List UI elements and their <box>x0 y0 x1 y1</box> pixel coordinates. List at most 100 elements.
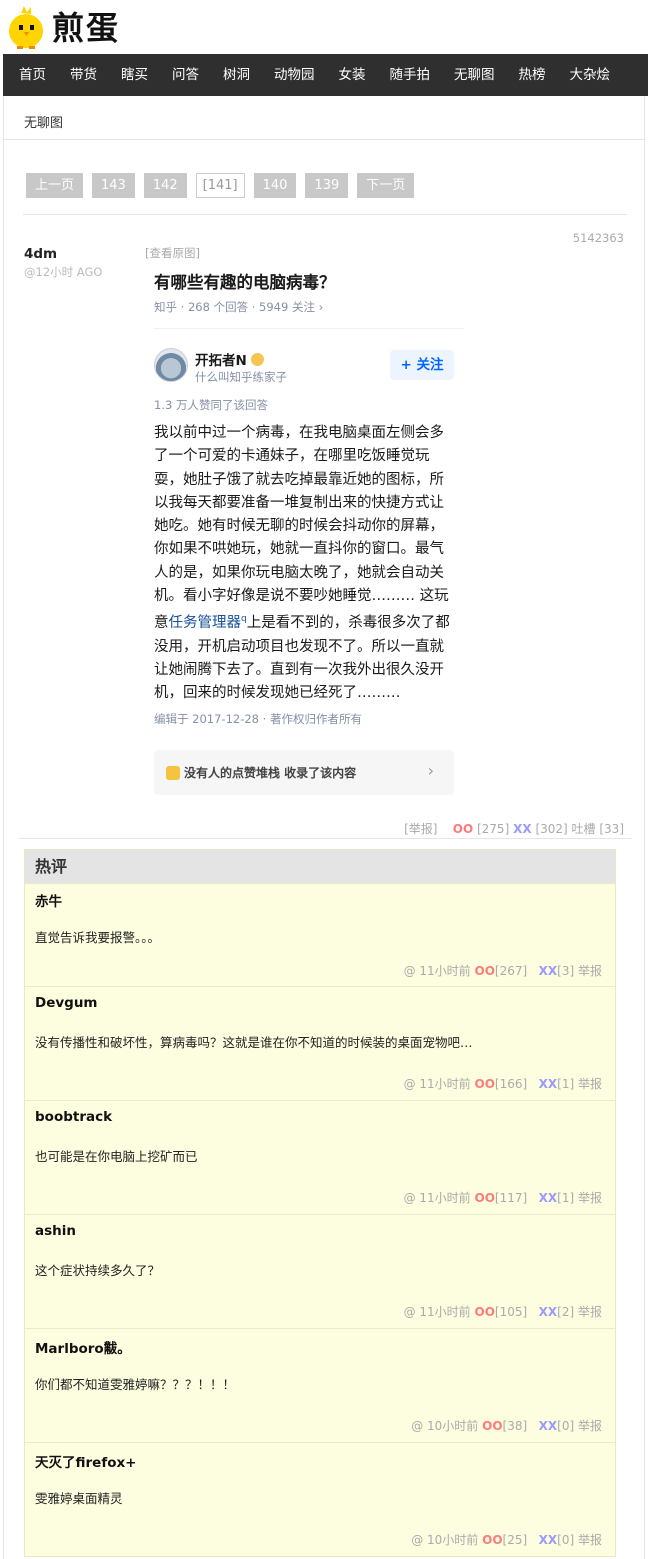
chick-icon[interactable] <box>4 4 48 50</box>
comment-text: 也可能是在你电脑上挖矿而已 <box>35 1149 198 1164</box>
post-time: @12小时 AGO <box>24 265 103 279</box>
oo-count: [275] <box>476 822 510 836</box>
comment-time[interactable]: @ 11小时前 <box>404 964 471 978</box>
image-answerer-bio: 什么叫知乎练家子 <box>195 370 287 384</box>
comment-item: ashin 这个症状持续多久了？ @ 11小时前 OO[105] XX[2] 举… <box>25 1214 615 1328</box>
view-original-link[interactable]: [查看原图] <box>145 245 200 261</box>
main-panel: 上一页 143 142 [141] 140 139 下一页 4dm @12小时 … <box>3 140 645 1559</box>
collection-icon <box>166 766 180 780</box>
image-collect-box: 没有人的点赞堆栈 收录了该内容 › <box>154 750 454 795</box>
page-link[interactable]: 139 <box>305 173 349 198</box>
xx-count: [1] <box>557 1191 575 1205</box>
report-link[interactable]: 举报 <box>578 1305 602 1319</box>
nav-item-xiamai[interactable]: 瞎买 <box>109 54 160 96</box>
comment-item: Devgum 没有传播性和破坏性，算病毒吗？这就是谁在你不知道的时候装的桌面宠物… <box>25 986 615 1100</box>
xx-vote-button[interactable]: XX <box>539 1191 558 1205</box>
divider <box>23 214 627 215</box>
nav-item-shudong[interactable]: 树洞 <box>211 54 262 96</box>
xx-count: [0] <box>557 1533 575 1547</box>
oo-count: [25] <box>502 1533 528 1547</box>
post-id[interactable]: 5142363 <box>573 231 624 245</box>
nav-item-nvzhuang[interactable]: 女装 <box>327 54 378 96</box>
chevron-right-icon: › <box>427 761 434 780</box>
tucao-link[interactable]: 吐槽 [33] <box>572 822 624 836</box>
nav-item-daihuo[interactable]: 带货 <box>58 54 109 96</box>
image-answerer-name-text: 开拓者N <box>195 353 247 369</box>
breadcrumb-box: 无聊图 <box>3 96 645 140</box>
oo-count: [38] <box>502 1419 528 1433</box>
comment-footer: @ 11小时前 OO[267] XX[3] 举报 <box>404 962 602 979</box>
comment-author[interactable]: Marlboro黻。 <box>35 1337 131 1357</box>
breadcrumb[interactable]: 无聊图 <box>24 112 63 131</box>
xx-vote-button[interactable]: XX <box>539 1077 558 1091</box>
comment-footer: @ 10小时前 OO[38] XX[0] 举报 <box>411 1417 602 1434</box>
nav-item-home[interactable]: 首页 <box>3 54 58 96</box>
oo-vote-button[interactable]: OO <box>453 822 473 836</box>
comment-time[interactable]: @ 11小时前 <box>404 1077 471 1091</box>
comment-text: 没有传播性和破坏性，算病毒吗？这就是谁在你不知道的时候装的桌面宠物吧… <box>35 1035 473 1050</box>
comment-author[interactable]: Devgum <box>35 995 98 1011</box>
page-link[interactable]: 140 <box>253 173 297 198</box>
image-edited: 编辑于 2017-12-28 · 著作权归作者所有 <box>154 712 362 726</box>
hot-comments-heading: 热评 <box>25 850 615 883</box>
comment-item: boobtrack 也可能是在你电脑上挖矿而已 @ 11小时前 OO[117] … <box>25 1100 615 1214</box>
post-author: 4dm <box>24 246 58 262</box>
report-link[interactable]: 举报 <box>578 964 602 978</box>
xx-vote-button[interactable]: XX <box>539 1533 558 1547</box>
image-question-meta: 知乎 · 268 个回答 · 5949 关注 › <box>154 300 324 314</box>
xx-count: [2] <box>557 1305 575 1319</box>
xx-count: [1] <box>557 1077 575 1091</box>
oo-vote-button[interactable]: OO <box>475 1305 495 1319</box>
oo-vote-button[interactable]: OO <box>482 1533 502 1547</box>
image-answerer-name: 开拓者N <box>195 349 264 369</box>
comment-text: 直觉告诉我要报警。。。 <box>35 930 161 945</box>
xx-vote-button[interactable]: XX <box>539 1305 558 1319</box>
image-answer-text-1: 我以前中过一个病毒，在我电脑桌面左侧会多了一个可爱的卡通妹子，在哪里吃饭睡觉玩耍… <box>154 425 449 632</box>
oo-vote-button[interactable]: OO <box>482 1419 502 1433</box>
comment-footer: @ 11小时前 OO[117] XX[1] 举报 <box>404 1189 602 1206</box>
report-link[interactable]: 举报 <box>578 1533 602 1547</box>
nav-item-suishoupai[interactable]: 随手拍 <box>378 54 443 96</box>
prev-page-button[interactable]: 上一页 <box>26 173 84 198</box>
report-link[interactable]: 举报 <box>578 1191 602 1205</box>
comment-time[interactable]: @ 10小时前 <box>411 1533 478 1547</box>
nav-item-wuliaotu[interactable]: 无聊图 <box>442 54 507 96</box>
oo-vote-button[interactable]: OO <box>475 964 495 978</box>
xx-vote-button[interactable]: XX <box>513 822 532 836</box>
oo-count: [166] <box>494 1077 528 1091</box>
oo-vote-button[interactable]: OO <box>475 1077 495 1091</box>
comment-item: 天灭了firefox+ 雯雅婷桌面精灵 @ 10小时前 OO[25] XX[0]… <box>25 1442 615 1556</box>
comment-time[interactable]: @ 11小时前 <box>404 1191 471 1205</box>
nav-item-dongwuyuan[interactable]: 动物园 <box>262 54 327 96</box>
comment-author[interactable]: boobtrack <box>35 1109 112 1125</box>
xx-vote-button[interactable]: XX <box>539 964 558 978</box>
report-link[interactable]: [举报] <box>404 822 437 836</box>
comment-footer: @ 11小时前 OO[105] XX[2] 举报 <box>404 1303 602 1320</box>
comment-author[interactable]: 赤牛 <box>35 890 62 910</box>
xx-vote-button[interactable]: XX <box>539 1419 558 1433</box>
site-logo-text[interactable]: 煎蛋 <box>52 10 120 46</box>
report-link[interactable]: 举报 <box>578 1077 602 1091</box>
oo-vote-button[interactable]: OO <box>475 1191 495 1205</box>
comment-author[interactable]: ashin <box>35 1223 76 1239</box>
image-question-title: 有哪些有趣的电脑病毒？ <box>154 273 336 292</box>
image-answer-body: 我以前中过一个病毒，在我电脑桌面左侧会多了一个可爱的卡通妹子，在哪里吃饭睡觉玩耍… <box>154 422 454 705</box>
report-link[interactable]: 举报 <box>578 1419 602 1433</box>
comment-time[interactable]: @ 10小时前 <box>411 1419 478 1433</box>
nav-item-rebang[interactable]: 热榜 <box>507 54 558 96</box>
post-actions: [举报] OO [275] XX [302] 吐槽 [33] <box>404 820 624 837</box>
comment-time[interactable]: @ 11小时前 <box>404 1305 471 1319</box>
nav-item-dazahui[interactable]: 大杂烩 <box>558 54 623 96</box>
next-page-button[interactable]: 下一页 <box>357 173 415 198</box>
pagination: 上一页 143 142 [141] 140 139 下一页 <box>26 173 423 198</box>
page-link[interactable]: 143 <box>92 173 135 198</box>
divider <box>19 838 631 839</box>
nav-item-wenda[interactable]: 问答 <box>160 54 211 96</box>
image-follow-button: + 关注 <box>390 350 454 380</box>
post-image[interactable]: 有哪些有趣的电脑病毒？ 知乎 · 268 个回答 · 5949 关注 › 开拓者… <box>154 265 464 800</box>
comment-item: Marlboro黻。 你们都不知道雯雅婷嘛？？？！！！ @ 10小时前 OO[3… <box>25 1328 615 1442</box>
oo-count: [117] <box>494 1191 528 1205</box>
comment-author[interactable]: 天灭了firefox+ <box>35 1451 137 1471</box>
image-divider <box>154 328 464 329</box>
page-link[interactable]: 142 <box>143 173 187 198</box>
